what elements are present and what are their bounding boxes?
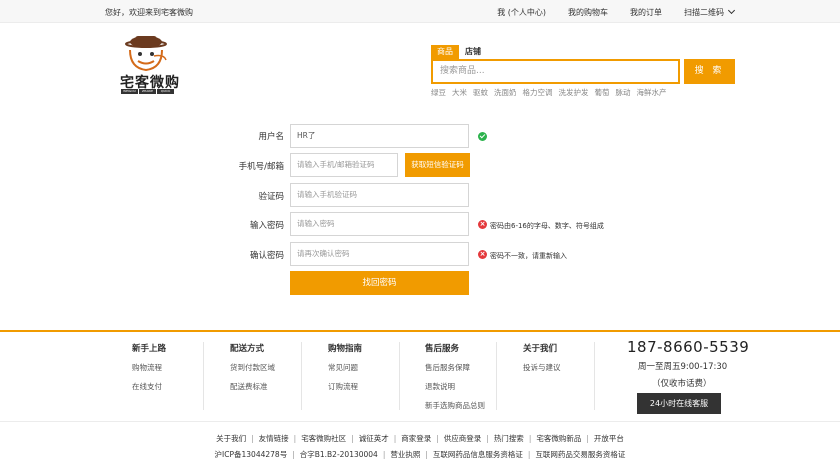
bottom-link[interactable]: 关于我们 [216, 434, 246, 443]
error-icon: × [478, 220, 487, 229]
bottom-link[interactable]: 宅客微购社区 [301, 434, 346, 443]
qrcode-label: 扫描二维码 [684, 8, 724, 17]
bottom-link[interactable]: 热门搜索 [494, 434, 524, 443]
confirm-error-text: 密码不一致，请重新输入 [490, 252, 567, 260]
personal-center-link[interactable]: 我 (个人中心) [497, 7, 546, 18]
qrcode-link[interactable]: 扫描二维码 [684, 6, 736, 18]
footer-link[interactable]: 订购流程 [328, 381, 362, 392]
footer-separator [496, 342, 497, 410]
phone-label: 手机号/邮箱 [238, 162, 284, 172]
footer-col-guide: 购物指南 常见问题 订购流程 [328, 342, 362, 400]
orders-link[interactable]: 我的订单 [630, 7, 662, 18]
footer-col-about: 关于我们 投诉与建议 [523, 342, 561, 381]
license-links: 沪ICP备13044278号 | 合字B1.B2-20130004 | 营业执照 | 互联网… [214, 450, 626, 459]
hot-keywords: 绿豆 大米 驱蚊 洗面奶 格力空调 洗发护发 葡萄 脉动 海鲜水产 [431, 87, 667, 98]
footer-col-title: 新手上路 [132, 344, 167, 354]
footer-link[interactable]: 货到付款区域 [230, 362, 275, 373]
bottom-link[interactable]: 商家登录 [401, 434, 431, 443]
get-sms-code-button[interactable]: 获取短信验证码 [405, 153, 470, 177]
password-label: 输入密码 [249, 221, 284, 231]
code-label: 验证码 [258, 192, 284, 202]
hot-keyword[interactable]: 海鲜水产 [637, 87, 667, 98]
footer-link[interactable]: 投诉与建议 [523, 362, 561, 373]
hot-keyword[interactable]: 格力空调 [523, 87, 553, 98]
phone-email-input[interactable]: 请输入手机/邮箱验证码 [290, 153, 398, 177]
bottom-divider [0, 421, 840, 422]
recover-password-button[interactable]: 找回密码 [290, 271, 469, 295]
logo-sub-3: QUICK SHOPPING [157, 89, 174, 98]
check-icon [478, 132, 487, 141]
bottom-link[interactable]: 友情链接 [259, 434, 289, 443]
footer-link[interactable]: 购物流程 [132, 362, 166, 373]
password-error-text: 密码由6-16的字母、数字、符号组成 [490, 222, 604, 230]
hot-keyword[interactable]: 洗面奶 [494, 87, 517, 98]
service-phone: 187-8660-5539 [627, 338, 750, 356]
footer-separator [203, 342, 204, 410]
error-icon: × [478, 250, 487, 259]
footer-col-delivery: 配送方式 货到付款区域 配送费标准 [230, 342, 275, 400]
logo-sub-1: WEIGOU [121, 89, 138, 94]
username-input[interactable]: HR了 [290, 124, 469, 148]
footer-link[interactable]: 常见问题 [328, 362, 362, 373]
service-hours: 周一至周五9:00-17:30 [638, 362, 728, 372]
verification-code-input[interactable]: 请输入手机验证码 [290, 183, 469, 207]
logo-subtitle: WEIGOU ZHAIKE QUICK SHOPPING [121, 89, 175, 98]
logo-sub-2: ZHAIKE [139, 89, 156, 94]
password-input[interactable]: 请输入密码 [290, 212, 469, 236]
footer-col-title: 关于我们 [523, 344, 558, 354]
footer-link[interactable]: 退款说明 [425, 381, 485, 392]
footer-separator [594, 342, 595, 410]
license-link[interactable]: 营业执照 [390, 450, 420, 459]
bottom-link[interactable]: 宅客微购新品 [536, 434, 581, 443]
cart-link[interactable]: 我的购物车 [568, 7, 608, 18]
search-button[interactable]: 搜 索 [684, 59, 735, 84]
tab-goods[interactable]: 商品 [431, 45, 459, 59]
license-link[interactable]: 沪ICP备13044278号 [215, 450, 288, 459]
license-link[interactable]: 合字B1.B2-20130004 [300, 450, 378, 459]
bottom-link[interactable]: 诚征英才 [359, 434, 389, 443]
footer-col-title: 配送方式 [230, 344, 265, 354]
hot-keyword[interactable]: 驱蚊 [473, 87, 488, 98]
top-bar: 您好，欢迎来到宅客微购 我 (个人中心) 我的购物车 我的订单 扫描二维码 [0, 0, 840, 23]
username-label: 用户名 [258, 132, 284, 142]
search-input[interactable]: 搜索商品... [431, 59, 680, 84]
hot-keyword[interactable]: 葡萄 [595, 87, 610, 98]
welcome-text: 您好，欢迎来到宅客微购 [105, 8, 193, 17]
hot-keyword[interactable]: 大米 [452, 87, 467, 98]
tab-shops[interactable]: 店铺 [459, 45, 487, 59]
footer-col-title: 售后服务 [425, 344, 460, 354]
hot-keyword[interactable]: 绿豆 [431, 87, 446, 98]
confirm-password-label: 确认密码 [249, 251, 284, 261]
footer-separator [399, 342, 400, 410]
chevron-down-icon [727, 6, 736, 15]
confirm-password-input[interactable]: 请再次确认密码 [290, 242, 469, 266]
footer-col-title: 购物指南 [328, 344, 363, 354]
footer-link[interactable]: 在线支付 [132, 381, 166, 392]
hot-keyword[interactable]: 脉动 [616, 87, 631, 98]
bottom-link[interactable]: 开放平台 [594, 434, 624, 443]
bottom-link[interactable]: 供应商登录 [444, 434, 482, 443]
footer-col-newbie: 新手上路 购物流程 在线支付 [132, 342, 166, 400]
footer-divider [0, 330, 840, 332]
footer-link[interactable]: 配送费标准 [230, 381, 275, 392]
footer-link[interactable]: 新手选购商品总则 [425, 400, 485, 411]
top-links: 我 (个人中心) 我的购物车 我的订单 扫描二维码 [497, 6, 736, 18]
service-hours-note: （仅收市话费） [652, 379, 712, 389]
license-link[interactable]: 互联网药品交易服务资格证 [535, 450, 625, 459]
footer-separator [301, 342, 302, 410]
bottom-links: 关于我们 | 友情链接 | 宅客微购社区 | 诚征英才 | 商家登录 | 供应商登录 | 热门搜索 | 宅客… [216, 434, 624, 443]
search-tabs: 商品 店铺 [431, 45, 487, 59]
hot-keyword[interactable]: 洗发护发 [559, 87, 589, 98]
license-link[interactable]: 互联网药品信息服务资格证 [433, 450, 523, 459]
online-service-button[interactable]: 24小时在线客服 [637, 393, 721, 414]
footer-link[interactable]: 售后服务保障 [425, 362, 485, 373]
footer-col-aftersale: 售后服务 售后服务保障 退款说明 新手选购商品总则 [425, 342, 485, 419]
